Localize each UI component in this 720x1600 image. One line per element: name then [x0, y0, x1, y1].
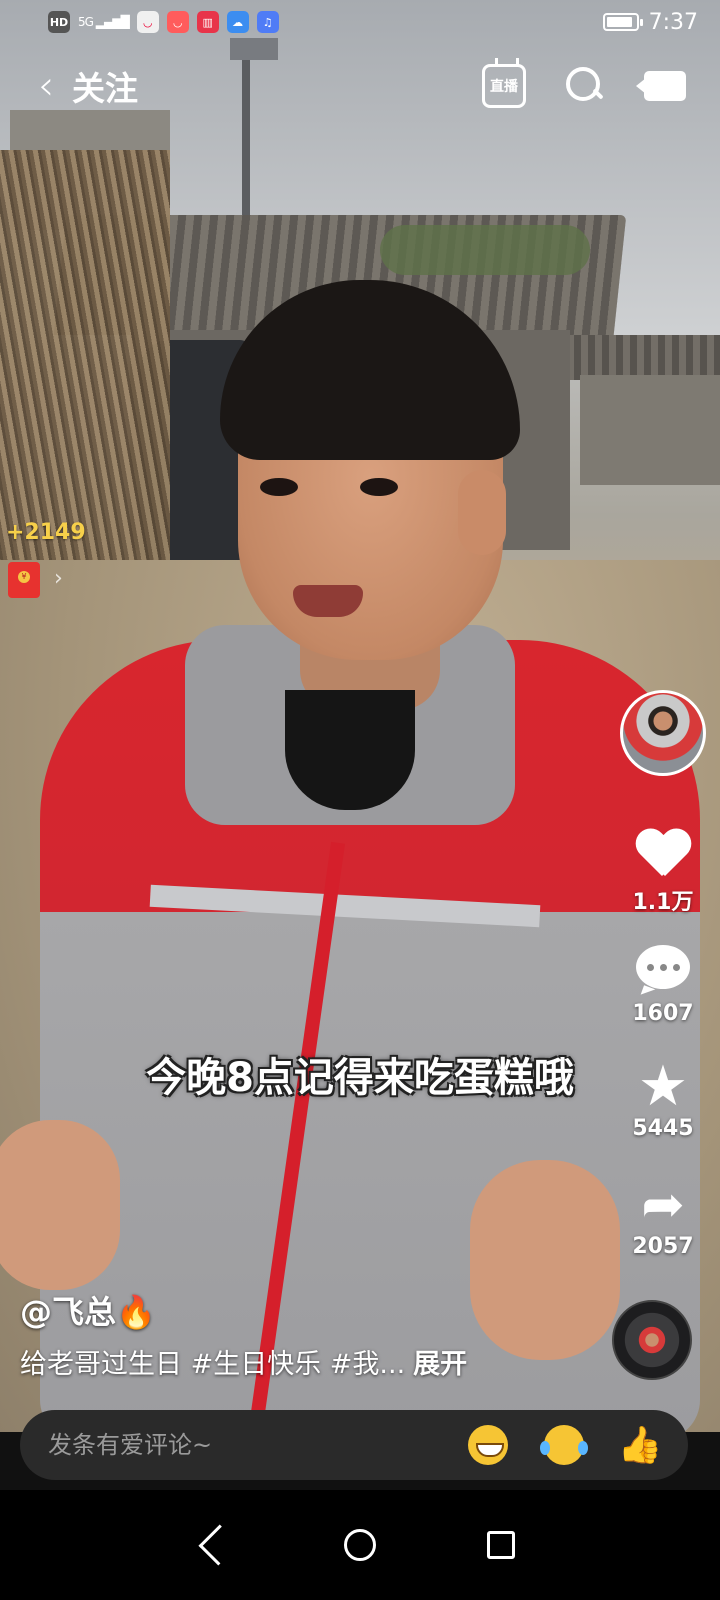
comment-bubble-icon [636, 945, 690, 989]
red-app-icon: ◡ [166, 11, 189, 33]
battery-icon [602, 13, 643, 31]
hd-icon: HD [48, 11, 70, 33]
video-caption[interactable]: 给老哥过生日 #生日快乐 #我... 展开 [20, 1342, 467, 1381]
music-disc-icon[interactable] [612, 1300, 692, 1380]
author-name[interactable]: @飞总🔥 [20, 1287, 156, 1333]
share-button[interactable]: ➦ 2057 [618, 1175, 708, 1259]
favorite-count: 5445 [632, 1116, 694, 1141]
author-avatar[interactable] [620, 690, 706, 776]
live-tv-button[interactable]: 直播 [482, 64, 526, 108]
comment-input[interactable] [48, 1431, 408, 1459]
cloud-icon: ☁ [226, 11, 249, 33]
black-shirt [285, 690, 415, 810]
shopping-bag-icon: ◡ [136, 11, 159, 33]
camera-icon[interactable] [636, 71, 686, 101]
far-roof [560, 335, 720, 380]
top-nav: ‹ 关注 直播 [0, 58, 720, 114]
far-wall [580, 375, 720, 485]
share-count: 2057 [632, 1234, 694, 1259]
back-chevron-icon[interactable]: ‹ [38, 66, 54, 106]
caption-text: 给老哥过生日 #生日快乐 #我... [20, 1349, 406, 1380]
like-count: 1.1万 [632, 890, 694, 915]
search-icon[interactable] [566, 67, 604, 105]
page-title: 关注 [72, 69, 138, 108]
boy-mouth [293, 585, 363, 617]
boy-eye-left [260, 478, 298, 496]
comment-count: 1607 [632, 1001, 694, 1026]
laughing-tears-emoji-icon[interactable] [540, 1425, 588, 1465]
nav-home-icon[interactable] [343, 1529, 376, 1561]
video-player[interactable] [0, 0, 720, 1432]
like-button[interactable]: 1.1万 [618, 830, 708, 916]
share-arrow-icon: ➦ [641, 1175, 685, 1235]
boy-hand-left [0, 1120, 120, 1290]
comment-bar: 👍 [20, 1410, 688, 1480]
heart-icon [635, 830, 691, 880]
comment-button[interactable]: 1607 [618, 945, 708, 1026]
nav-recents-icon[interactable] [486, 1531, 515, 1559]
status-time: 7:37 [648, 9, 698, 35]
roof-vines [380, 225, 590, 275]
music-icon: ♫ [256, 11, 279, 33]
battery-fill [606, 17, 632, 27]
boy-hand-right [470, 1160, 620, 1360]
coin-counter[interactable]: +2149 [6, 520, 86, 545]
signal-icon: 5G ▂▄▆█ [78, 15, 130, 29]
chevron-right-icon[interactable]: › [54, 566, 63, 591]
expand-link[interactable]: 展开 [413, 1349, 467, 1380]
book-app-icon: ▥ [196, 11, 219, 33]
status-bar: HD 5G ▂▄▆█ ◡ ◡ ▥ ☁ ♫ 7:37 [0, 0, 720, 44]
grinning-emoji-icon[interactable] [468, 1425, 508, 1465]
boy-eye-right [360, 478, 398, 496]
red-envelope-icon[interactable]: ¥ [8, 562, 40, 598]
nav-back-icon[interactable] [198, 1524, 240, 1566]
system-nav-bar [0, 1490, 720, 1600]
thumbs-up-emoji-icon[interactable]: 👍 [618, 1425, 663, 1466]
video-subtitle: 今晚8点记得来吃蛋糕哦 [146, 1055, 574, 1101]
live-label: 直播 [490, 79, 518, 95]
boy-ear [458, 470, 506, 555]
